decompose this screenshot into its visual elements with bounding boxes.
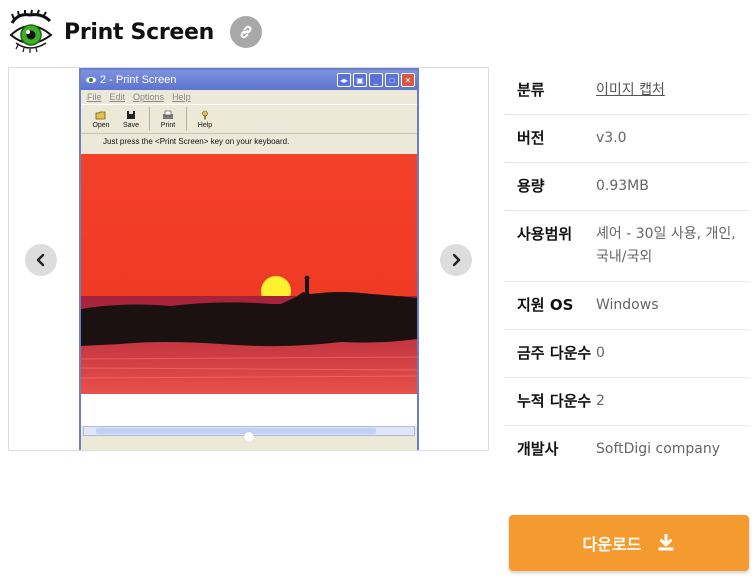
menu-options: Options <box>133 92 165 102</box>
screenshot-menubar: File Edit Options Help <box>81 90 417 104</box>
toolbar-save: Save <box>119 110 143 129</box>
maximize-icon: □ <box>385 73 399 87</box>
scrollbar-thumb <box>96 428 376 434</box>
gallery-prev-button[interactable] <box>25 244 57 276</box>
screenshot-titlebar: 2 - Print Screen ◂▸ ▣ _ □ ✕ <box>81 70 417 90</box>
screenshot-gallery: 2 - Print Screen ◂▸ ▣ _ □ ✕ File Edit Op… <box>8 67 489 451</box>
menu-file: File <box>87 92 102 102</box>
menu-help: Help <box>172 92 191 102</box>
share-link-button[interactable] <box>230 16 262 48</box>
eye-icon <box>8 9 54 55</box>
screenshot-hint: Just press the <Print Screen> key on you… <box>103 137 290 146</box>
category-link[interactable]: 이미지 캡처 <box>596 79 749 102</box>
screenshot-toolbar: Open Save Print Help <box>81 104 417 134</box>
toolbar-open: Open <box>89 110 113 129</box>
info-row-size: 용량 0.93MB <box>505 163 749 211</box>
toolbar-separator <box>149 107 150 131</box>
info-row-developer: 개발사 SoftDigi company <box>517 440 721 458</box>
restore-icon: ◂▸ <box>337 73 351 87</box>
page-title: Print Screen <box>64 19 214 45</box>
printer-icon <box>163 110 173 119</box>
toolbar-print: Print <box>156 110 180 129</box>
toolbar-separator <box>186 107 187 131</box>
info-row-version: 버전 v3.0 <box>505 115 749 163</box>
canvas-whitespace <box>81 394 417 426</box>
app-screenshot: 2 - Print Screen ◂▸ ▣ _ □ ✕ File Edit Op… <box>79 68 419 450</box>
gallery-pagination-dot[interactable] <box>244 432 254 442</box>
help-icon <box>202 110 208 119</box>
info-row-license: 사용범위 셰어 - 30일 사용, 개인, 국내/국외 <box>505 211 749 282</box>
info-row-category: 분류 이미지 캡처 <box>505 67 749 115</box>
menu-edit: Edit <box>109 92 126 102</box>
info-row-weekly-downloads: 금주 다운수 0 <box>505 330 749 378</box>
sunset-photo <box>81 154 417 394</box>
chevron-left-icon <box>36 253 45 267</box>
download-label: 다운로드 <box>582 535 642 554</box>
download-icon <box>657 534 675 552</box>
app-header: Print Screen <box>8 6 488 58</box>
download-button[interactable]: 다운로드 <box>509 515 749 571</box>
info-row-os: 지원 OS Windows <box>505 282 749 330</box>
info-row-total-downloads: 누적 다운수 2 <box>505 378 749 426</box>
screenshot-window-title: 2 - Print Screen <box>100 74 177 86</box>
chevron-right-icon <box>452 253 461 267</box>
link-icon <box>240 25 252 39</box>
software-info-table: 분류 이미지 캡처 버전 v3.0 용량 0.93MB 사용범위 셰어 - 30… <box>505 67 749 473</box>
eye-icon <box>86 77 96 83</box>
minimize-icon: _ <box>369 73 383 87</box>
folder-open-icon <box>95 111 106 119</box>
window-icon: ▣ <box>353 73 367 87</box>
close-icon: ✕ <box>401 73 415 87</box>
toolbar-help: Help <box>193 110 217 129</box>
floppy-icon <box>127 110 135 119</box>
gallery-next-button[interactable] <box>440 244 472 276</box>
